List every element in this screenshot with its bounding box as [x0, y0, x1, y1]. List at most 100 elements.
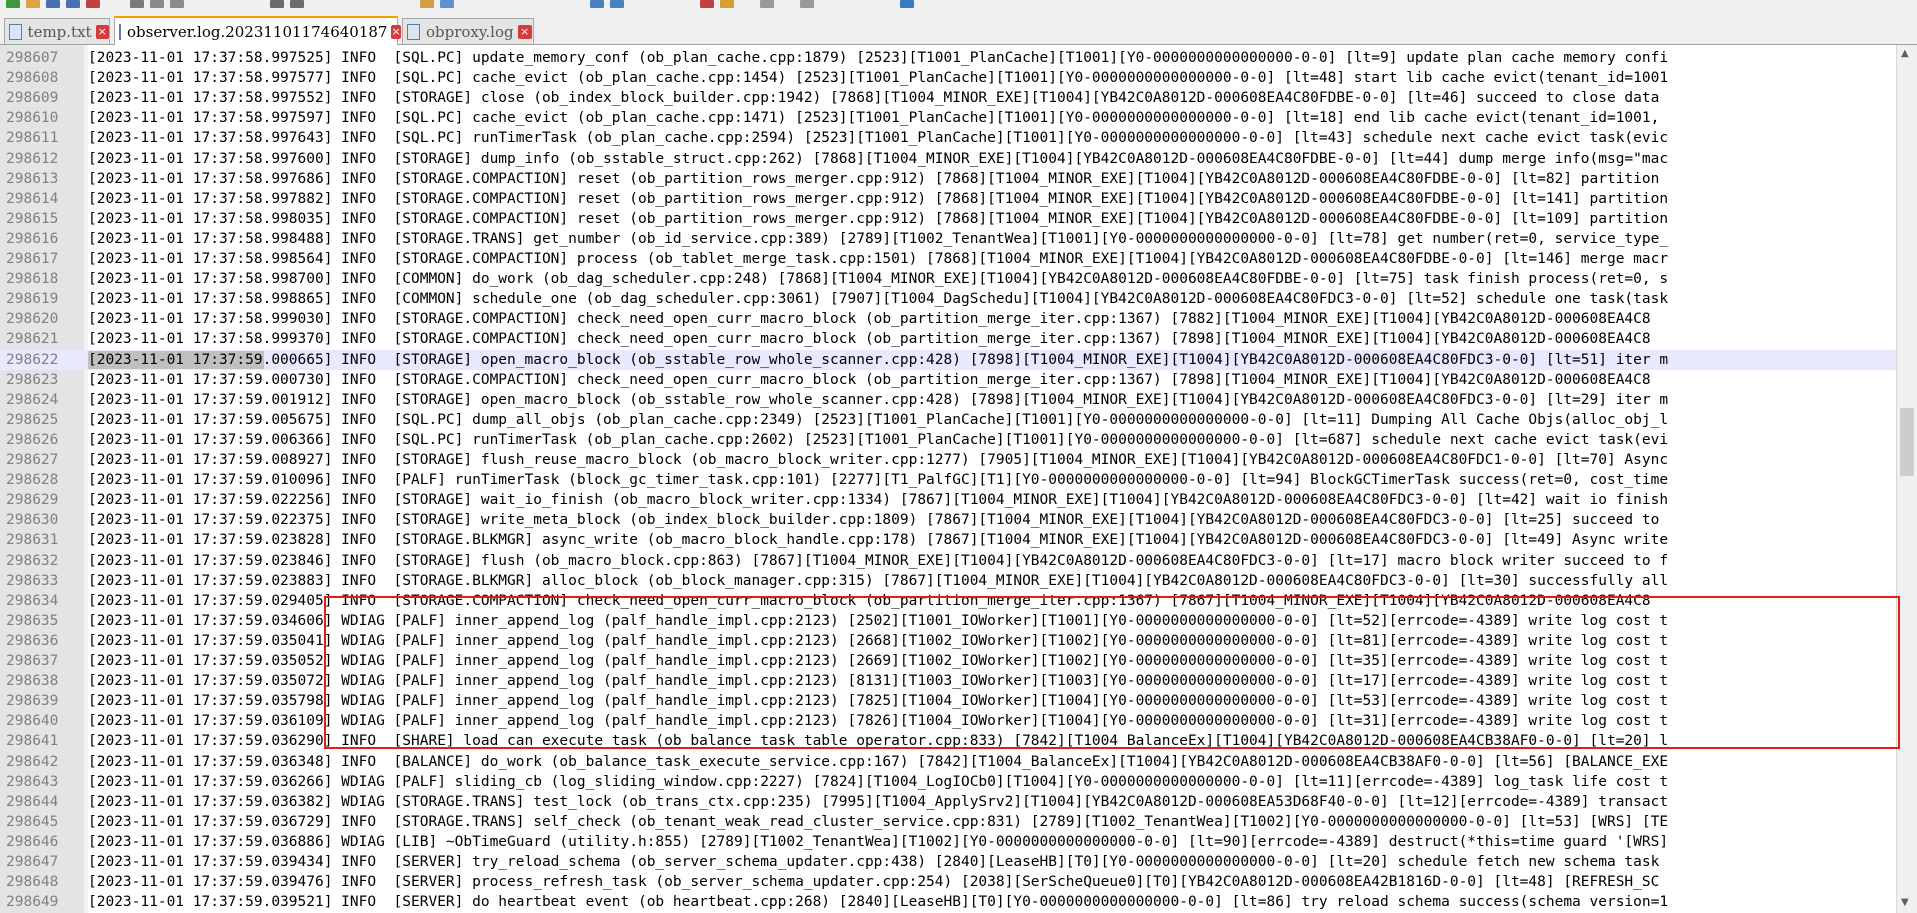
line-text: [2023-11-01 17:37:59.035798] WDIAG [PALF… — [88, 693, 1669, 710]
log-line[interactable]: 298625 [2023-11-01 17:37:59.005675] INFO … — [0, 410, 1896, 430]
find-icon[interactable] — [420, 0, 434, 8]
line-text: [2023-11-01 17:37:59.023846] INFO [STORA… — [88, 552, 1669, 569]
word-wrap-icon[interactable] — [800, 0, 814, 8]
log-line[interactable]: 298623 [2023-11-01 17:37:59.000730] INFO … — [0, 370, 1896, 390]
tab-obproxy-log[interactable]: obproxy.log × — [402, 18, 534, 44]
log-line[interactable]: 298640 [2023-11-01 17:37:59.036109] WDIAG… — [0, 711, 1896, 731]
log-line[interactable]: 298649 [2023-11-01 17:37:59.039521] INFO … — [0, 892, 1896, 912]
log-line[interactable]: 298643 [2023-11-01 17:37:59.036266] WDIAG… — [0, 772, 1896, 792]
log-line[interactable]: 298629 [2023-11-01 17:37:59.022256] INFO … — [0, 490, 1896, 510]
line-number: 298624 — [6, 391, 59, 408]
line-number: 298629 — [6, 492, 59, 509]
text-editor[interactable]: 298607 [2023-11-01 17:37:58.997525] INFO … — [0, 45, 1917, 913]
log-line[interactable]: 298627 [2023-11-01 17:37:59.008927] INFO … — [0, 450, 1896, 470]
line-text: [2023-11-01 17:37:59.001912] INFO [STORA… — [88, 391, 1669, 408]
line-number: 298632 — [6, 552, 59, 569]
line-text: [2023-11-01 17:37:58.999370] INFO [STORA… — [88, 331, 1651, 348]
macro-play-icon[interactable] — [720, 0, 734, 8]
line-number: 298643 — [6, 773, 59, 790]
print-icon[interactable] — [130, 0, 144, 8]
tab-temp-txt[interactable]: temp.txt × — [4, 18, 110, 44]
log-line[interactable]: 298636 [2023-11-01 17:37:59.035041] WDIAG… — [0, 631, 1896, 651]
line-number: 298625 — [6, 411, 59, 428]
line-number: 298615 — [6, 210, 59, 227]
undo-icon[interactable] — [270, 0, 284, 8]
log-line[interactable]: 298632 [2023-11-01 17:37:59.023846] INFO … — [0, 551, 1896, 571]
run-icon[interactable] — [900, 0, 914, 8]
macro-record-icon[interactable] — [700, 0, 714, 8]
log-line[interactable]: 298612 [2023-11-01 17:37:58.997600] INFO … — [0, 149, 1896, 169]
log-line[interactable]: 298642 [2023-11-01 17:37:59.036348] INFO … — [0, 752, 1896, 772]
close-icon[interactable] — [86, 0, 100, 8]
log-line[interactable]: 298624 [2023-11-01 17:37:59.001912] INFO … — [0, 390, 1896, 410]
log-line[interactable]: 298647 [2023-11-01 17:37:59.039434] INFO … — [0, 852, 1896, 872]
new-file-icon[interactable] — [6, 0, 20, 8]
save-icon[interactable] — [46, 0, 60, 8]
line-text: [2023-11-01 17:37:59.036886] WDIAG [LIB]… — [88, 833, 1669, 850]
log-line[interactable]: 298614 [2023-11-01 17:37:58.997882] INFO … — [0, 189, 1896, 209]
log-line[interactable]: 298641 [2023-11-01 17:37:59.036290] INFO … — [0, 731, 1896, 751]
line-text: [2023-11-01 17:37:58.997597] INFO [SQL.P… — [88, 110, 1660, 127]
log-line[interactable]: 298638 [2023-11-01 17:37:59.035072] WDIAG… — [0, 671, 1896, 691]
scroll-down-icon[interactable]: ▼ — [1901, 897, 1909, 908]
log-line[interactable]: 298611 [2023-11-01 17:37:58.997643] INFO … — [0, 128, 1896, 148]
copy-icon[interactable] — [170, 0, 184, 8]
line-text: [2023-11-01 17:37:59.000665] INFO [STORA… — [88, 351, 1669, 368]
scroll-up-icon[interactable]: ▲ — [1901, 48, 1909, 59]
open-file-icon[interactable] — [26, 0, 40, 8]
close-tab-icon[interactable]: × — [517, 24, 532, 39]
log-line[interactable]: 298613 [2023-11-01 17:37:58.997686] INFO … — [0, 169, 1896, 189]
log-line[interactable]: 298620 [2023-11-01 17:37:58.999030] INFO … — [0, 309, 1896, 329]
tab-observer-log[interactable]: observer.log.20231101174640187 × — [114, 16, 401, 45]
log-line[interactable]: 298644 [2023-11-01 17:37:59.036382] WDIAG… — [0, 792, 1896, 812]
close-tab-icon[interactable]: × — [391, 24, 401, 39]
line-number: 298628 — [6, 472, 59, 489]
line-number: 298617 — [6, 251, 59, 267]
line-text: [2023-11-01 17:37:58.998488] INFO [STORA… — [88, 230, 1669, 247]
log-line[interactable]: 298648 [2023-11-01 17:37:59.039476] INFO … — [0, 872, 1896, 892]
scrollbar-thumb[interactable] — [1900, 408, 1914, 476]
log-line[interactable]: 298626 [2023-11-01 17:37:59.006366] INFO … — [0, 430, 1896, 450]
line-text: [2023-11-01 17:37:59.023828] INFO [STORA… — [88, 532, 1669, 549]
log-line[interactable]: 298634 [2023-11-01 17:37:59.029405] INFO … — [0, 591, 1896, 611]
log-line[interactable]: 298631 [2023-11-01 17:37:59.023828] INFO … — [0, 530, 1896, 550]
save-all-icon[interactable] — [66, 0, 80, 8]
line-number: 298645 — [6, 813, 59, 830]
line-number: 298618 — [6, 271, 59, 288]
log-line[interactable]: 298633 [2023-11-01 17:37:59.023883] INFO … — [0, 571, 1896, 591]
zoom-in-icon[interactable] — [590, 0, 604, 8]
log-line[interactable]: 298608 [2023-11-01 17:37:58.997577] INFO … — [0, 68, 1896, 88]
log-line[interactable]: 298637 [2023-11-01 17:37:59.035052] WDIAG… — [0, 651, 1896, 671]
log-line[interactable]: 298619 [2023-11-01 17:37:58.998865] INFO … — [0, 289, 1896, 309]
log-line[interactable]: 298646 [2023-11-01 17:37:59.036886] WDIAG… — [0, 832, 1896, 852]
log-line[interactable]: 298616 [2023-11-01 17:37:58.998488] INFO … — [0, 229, 1896, 249]
line-text: [2023-11-01 17:37:59.036729] INFO [STORA… — [88, 813, 1669, 830]
log-line[interactable]: 298621 [2023-11-01 17:37:58.999370] INFO … — [0, 329, 1896, 349]
line-text: [2023-11-01 17:37:58.997600] INFO [STORA… — [88, 150, 1669, 167]
log-line[interactable]: 298618 [2023-11-01 17:37:58.998700] INFO … — [0, 269, 1896, 289]
zoom-out-icon[interactable] — [610, 0, 624, 8]
line-text: [2023-11-01 17:37:59.029405] INFO [STORA… — [88, 592, 1651, 609]
line-text: [2023-11-01 17:37:59.036290] INFO [SHARE… — [88, 733, 1669, 750]
log-line[interactable]: 298615 [2023-11-01 17:37:58.998035] INFO … — [0, 209, 1896, 229]
log-line[interactable]: 298628 [2023-11-01 17:37:59.010096] INFO … — [0, 470, 1896, 490]
log-line[interactable]: 298609 [2023-11-01 17:37:58.997552] INFO … — [0, 88, 1896, 108]
replace-icon[interactable] — [440, 0, 454, 8]
redo-icon[interactable] — [290, 0, 304, 8]
line-number: 298627 — [6, 452, 59, 468]
log-line[interactable]: 298610 [2023-11-01 17:37:58.997597] INFO … — [0, 108, 1896, 128]
close-tab-icon[interactable]: × — [95, 24, 109, 39]
log-line[interactable]: 298617 [2023-11-01 17:37:58.998564] INFO … — [0, 249, 1896, 269]
log-line[interactable]: 298639 [2023-11-01 17:37:59.035798] WDIAG… — [0, 691, 1896, 711]
tab-label: observer.log.20231101174640187 — [127, 22, 388, 41]
log-line[interactable]: 298635 [2023-11-01 17:37:59.034606] WDIAG… — [0, 611, 1896, 631]
cut-icon[interactable] — [150, 0, 164, 8]
vertical-scrollbar[interactable]: ▲ ▼ — [1896, 45, 1917, 913]
sync-scroll-icon[interactable] — [760, 0, 774, 8]
log-line[interactable]: 298622 [2023-11-01 17:37:59.000665] INFO … — [0, 349, 1896, 370]
log-line[interactable]: 298630 [2023-11-01 17:37:59.022375] INFO … — [0, 510, 1896, 530]
log-line[interactable]: 298645 [2023-11-01 17:37:59.036729] INFO … — [0, 812, 1896, 832]
file-icon — [119, 23, 121, 40]
tab-label: temp.txt — [27, 22, 92, 41]
log-line[interactable]: 298607 [2023-11-01 17:37:58.997525] INFO … — [0, 48, 1896, 68]
